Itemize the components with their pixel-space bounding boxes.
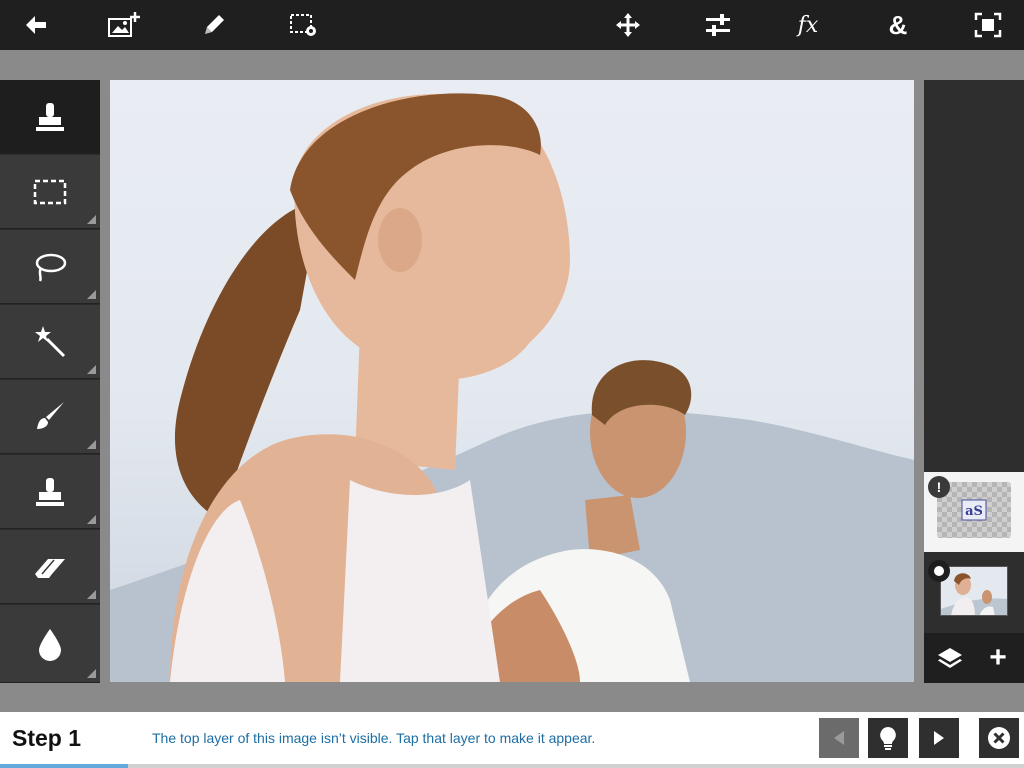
lasso-icon <box>35 253 67 282</box>
add-layer-icon[interactable]: + <box>978 641 1018 675</box>
previous-step-button[interactable] <box>819 718 859 758</box>
lightbulb-icon <box>880 727 896 750</box>
selection-settings-icon[interactable] <box>282 5 326 45</box>
back-arrow-icon[interactable] <box>14 5 58 45</box>
close-icon <box>988 727 1010 749</box>
step-title: Step 1 <box>12 725 82 751</box>
next-step-button[interactable] <box>919 718 959 758</box>
step-instruction: The top layer of this image isn’t visibl… <box>152 730 596 746</box>
photo-image <box>110 93 914 682</box>
chevron-left-icon <box>834 731 844 745</box>
svg-text:aS: aS <box>965 504 983 519</box>
move-icon[interactable] <box>606 5 650 45</box>
submenu-indicator <box>87 515 96 524</box>
drop-tool[interactable] <box>0 605 100 683</box>
add-image-icon[interactable] <box>102 5 146 45</box>
rect-select-tool[interactable] <box>0 155 100 229</box>
progress-track <box>0 764 1024 768</box>
stamp-icon <box>36 102 64 131</box>
layer-top[interactable]: aS ! <box>924 472 1024 552</box>
layers-icon[interactable] <box>930 641 970 675</box>
submenu-indicator <box>87 669 96 678</box>
brush-icon <box>37 401 64 429</box>
fit-screen-icon[interactable] <box>966 5 1010 45</box>
layers-panel: aS ! + <box>924 80 1024 683</box>
layers-footer: + <box>924 633 1024 683</box>
image-canvas[interactable] <box>110 80 914 682</box>
submenu-indicator <box>87 215 96 224</box>
tools-panel <box>0 80 100 683</box>
text-layer-icon: aS <box>961 499 987 521</box>
pencil-icon[interactable] <box>192 5 236 45</box>
close-tutorial-button[interactable] <box>979 718 1019 758</box>
magic-wand-icon <box>35 325 66 357</box>
clone-stamp-icon <box>36 477 64 506</box>
stamp-tool[interactable] <box>0 80 100 154</box>
submenu-indicator <box>87 590 96 599</box>
eraser-tool[interactable] <box>0 530 100 604</box>
magic-wand-tool[interactable] <box>0 305 100 379</box>
submenu-indicator <box>87 440 96 449</box>
lasso-tool[interactable] <box>0 230 100 304</box>
layer-bottom[interactable] <box>924 558 1024 633</box>
ampersand-icon[interactable]: & <box>876 5 920 45</box>
top-toolbar: fx & <box>0 0 1024 50</box>
brush-tool[interactable] <box>0 380 100 454</box>
warning-badge: ! <box>928 476 950 498</box>
drop-icon <box>39 628 61 661</box>
submenu-indicator <box>87 290 96 299</box>
eraser-icon <box>35 558 65 578</box>
clone-stamp-tool[interactable] <box>0 455 100 529</box>
visibility-toggle[interactable] <box>928 560 950 582</box>
tutorial-step-bar: Step 1 The top layer of this image isn’t… <box>0 712 1024 768</box>
chevron-right-icon <box>934 731 944 745</box>
rect-select-icon <box>33 179 67 204</box>
effects-icon[interactable]: fx <box>786 5 830 45</box>
adjustments-icon[interactable] <box>696 5 740 45</box>
hint-button[interactable] <box>868 718 908 758</box>
submenu-indicator <box>87 365 96 374</box>
photo-layer-icon <box>940 566 1008 616</box>
progress-fill <box>0 764 128 768</box>
